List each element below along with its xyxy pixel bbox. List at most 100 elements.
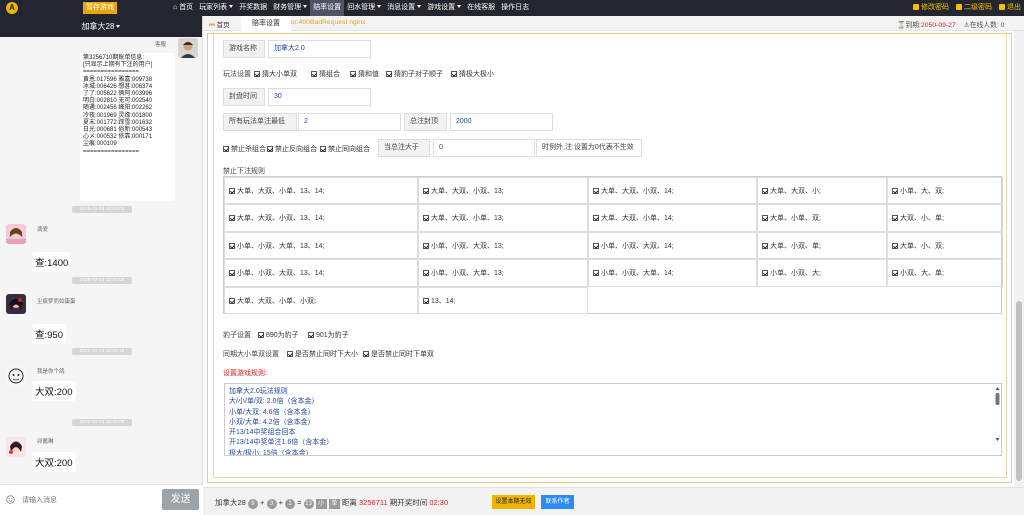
threshold-input[interactable]: 0 — [433, 139, 535, 157]
chat-username: 卯酱琳 — [37, 439, 54, 445]
account-action[interactable]: 二级密码 — [956, 0, 992, 16]
forbidden-rule-checkbox[interactable]: 大单、大双、小; — [757, 177, 887, 205]
forbidden-rule-checkbox[interactable]: 大单、大双、小双、14; — [588, 177, 757, 205]
tab-home[interactable]: ⏮ 首页 — [209, 19, 230, 30]
nav-item-label: 赔率设置 — [313, 4, 342, 11]
forbidden-rule-checkbox[interactable]: 大单、大双、小单、小双; — [224, 286, 418, 314]
forbidden-rule-checkbox[interactable]: 小双、大、单; — [887, 259, 1003, 287]
contact-author-button[interactable]: 联系作者 — [541, 495, 574, 509]
option-label: 猜和值 — [358, 71, 379, 78]
forbidden-rule-checkbox[interactable]: 大单、小、双; — [887, 231, 1003, 260]
forbidden-rule-label: 小单、小双、大单、13; — [431, 270, 504, 278]
nav-item[interactable]: 玩家列表 — [196, 0, 236, 16]
option-checkbox[interactable]: 是否禁止同时下单双 — [363, 349, 434, 359]
checkbox-checked-icon — [223, 146, 229, 152]
option-checkbox[interactable]: 901为豹子 — [308, 330, 349, 340]
nav-item[interactable]: 财务管理 — [270, 0, 310, 16]
nav-item[interactable]: 赔率设置 — [310, 0, 345, 16]
emoji-icon[interactable] — [6, 495, 15, 504]
option-checkbox[interactable]: 猜和值 — [350, 69, 379, 79]
avatar — [6, 294, 26, 314]
forbidden-rule-checkbox[interactable]: 大单、大双、小单、13; — [418, 204, 588, 232]
forbidden-rule-checkbox[interactable]: 小单、大、双; — [887, 177, 1003, 205]
forbidden-rule-label: 13、14; — [431, 297, 456, 305]
checkbox-checked-icon — [267, 146, 273, 152]
min-bet-input[interactable]: 2 — [298, 113, 401, 131]
tab-odds-settings[interactable]: 赔率设置 — [241, 16, 291, 31]
forbidden-rule-checkbox[interactable]: 小单、小双、大双、13; — [418, 231, 588, 260]
option-checkbox[interactable]: 猜组合 — [311, 69, 340, 79]
forbidden-rule-label: 小双、大、单; — [900, 270, 944, 278]
nav-item[interactable]: 在线客服 — [464, 0, 498, 16]
forbidden-rule-checkbox[interactable]: 小单、小双、大; — [757, 259, 887, 287]
nav-item[interactable]: 回水管理 — [344, 0, 384, 16]
account-action[interactable]: 退出 — [999, 0, 1021, 16]
checkbox-checked-icon — [229, 188, 235, 194]
forbidden-rule-checkbox[interactable]: 大单、小双、单; — [757, 231, 887, 260]
collapse-icon: ⏮ — [209, 22, 215, 29]
option-checkbox[interactable]: 是否禁止同时下大小 — [287, 349, 358, 359]
nav-item[interactable]: 开奖数据 — [236, 0, 270, 16]
page-scrollbar[interactable] — [1014, 31, 1024, 487]
option-label: 猜大小单双 — [262, 71, 297, 78]
game-name: 加拿大28 — [215, 498, 246, 507]
option-label: 890为豹子 — [266, 332, 299, 339]
option-label: 禁止杀组合 — [231, 146, 266, 153]
forbidden-rule-checkbox[interactable]: 小单、小双、大单、13; — [418, 259, 588, 287]
nav-item[interactable]: 消息设置 — [384, 0, 424, 16]
rules-scrollbar[interactable] — [995, 386, 1000, 454]
chat-username: 我是你个鸽 — [37, 369, 65, 375]
max-total-input[interactable]: 2000 — [450, 113, 553, 131]
forbidden-rule-label: 大单、小单、双; — [770, 215, 821, 223]
option-checkbox[interactable]: 890为豹子 — [258, 330, 299, 340]
checkbox-checked-icon — [762, 215, 768, 222]
result-ball: 1 — [285, 499, 296, 509]
forbidden-rule-checkbox[interactable]: 小单、小双、大双、13、14; — [224, 259, 418, 287]
send-button[interactable]: 发送 — [162, 489, 199, 510]
nav-item[interactable]: 操作日志 — [498, 0, 532, 16]
chat-timestamp: 2025-03-03 12:43:03 — [72, 206, 132, 213]
option-checkbox[interactable]: 禁止同向组合 — [320, 144, 370, 154]
forbidden-rule-checkbox[interactable]: 小单、小双、大单、14; — [588, 259, 757, 287]
nav-item-label: 开奖数据 — [239, 4, 268, 11]
close-time-input[interactable]: 30 — [268, 88, 371, 106]
forbidden-rule-checkbox[interactable]: 大单、大双、小双、13、14; — [224, 204, 418, 232]
forbidden-rule-checkbox[interactable]: 小单、小双、大双、14; — [588, 231, 757, 260]
game-name-input[interactable]: 加拿大2.0 — [268, 40, 371, 58]
avatar — [178, 38, 198, 58]
nav-item[interactable]: ⌂ 首页 — [170, 0, 196, 16]
option-checkbox[interactable]: 猜大小单双 — [254, 69, 297, 79]
checkbox-checked-icon — [892, 270, 898, 277]
set-invalid-button[interactable]: 设置本期无效 — [492, 495, 535, 509]
game-selector[interactable]: 加拿大28 — [0, 16, 202, 37]
option-label: 是否禁止同时下单双 — [371, 351, 434, 358]
forbidden-rule-checkbox[interactable]: 大单、大双、小单、13、14; — [224, 177, 418, 205]
nav-item-label: 回水管理 — [347, 4, 376, 11]
result-ball: 3 — [266, 499, 277, 509]
forbidden-rule-checkbox[interactable]: 大双、小、单; — [887, 204, 1003, 232]
forbidden-rule-checkbox[interactable]: 大单、大双、小单、14; — [588, 204, 757, 232]
option-checkbox[interactable]: 禁止杀组合 — [223, 144, 266, 154]
chat-message-input[interactable] — [22, 493, 152, 507]
scrollbar-thumb[interactable] — [1016, 301, 1022, 481]
chat-username: 滴爱 — [37, 227, 49, 233]
nav-item[interactable]: 游戏设置 — [424, 0, 464, 16]
draw-result: 加拿大28 9 + 3 + 1 = 13 小 单 距离 3256711 期开奖时… — [215, 498, 449, 509]
forbidden-rule-checkbox[interactable]: 13、14; — [418, 286, 588, 314]
account-action[interactable]: 修改密码 — [913, 0, 949, 16]
forbidden-rule-checkbox[interactable]: 小单、小双、大单、13、14; — [224, 231, 418, 260]
checkbox-checked-icon — [229, 270, 235, 277]
open-time-label: 期开奖时间 — [389, 498, 428, 507]
option-checkbox[interactable]: 猜极大极小 — [451, 69, 494, 79]
forbidden-rule-checkbox[interactable]: 大单、大双、小双、13; — [418, 177, 588, 205]
chat-username: 尘痕梦而如蛋蛋 — [37, 299, 76, 305]
game-name-label: 加拿大28 — [81, 22, 115, 31]
option-label: 禁止同向组合 — [328, 146, 370, 153]
chevron-down-icon — [457, 5, 462, 8]
expiry-label: 到期: — [905, 22, 921, 29]
checkbox-checked-icon — [320, 146, 326, 152]
option-checkbox[interactable]: 猜豹子对子顺子 — [386, 69, 443, 79]
forbidden-rule-checkbox[interactable]: 大单、小单、双; — [757, 204, 887, 232]
option-checkbox[interactable]: 禁止反向组合 — [267, 144, 317, 154]
rules-textarea[interactable]: 加拿大2.0玩法规则 大/小/单/双: 2.0倍（含本金） 小单/大双: 4.6倍（… — [224, 383, 1002, 456]
